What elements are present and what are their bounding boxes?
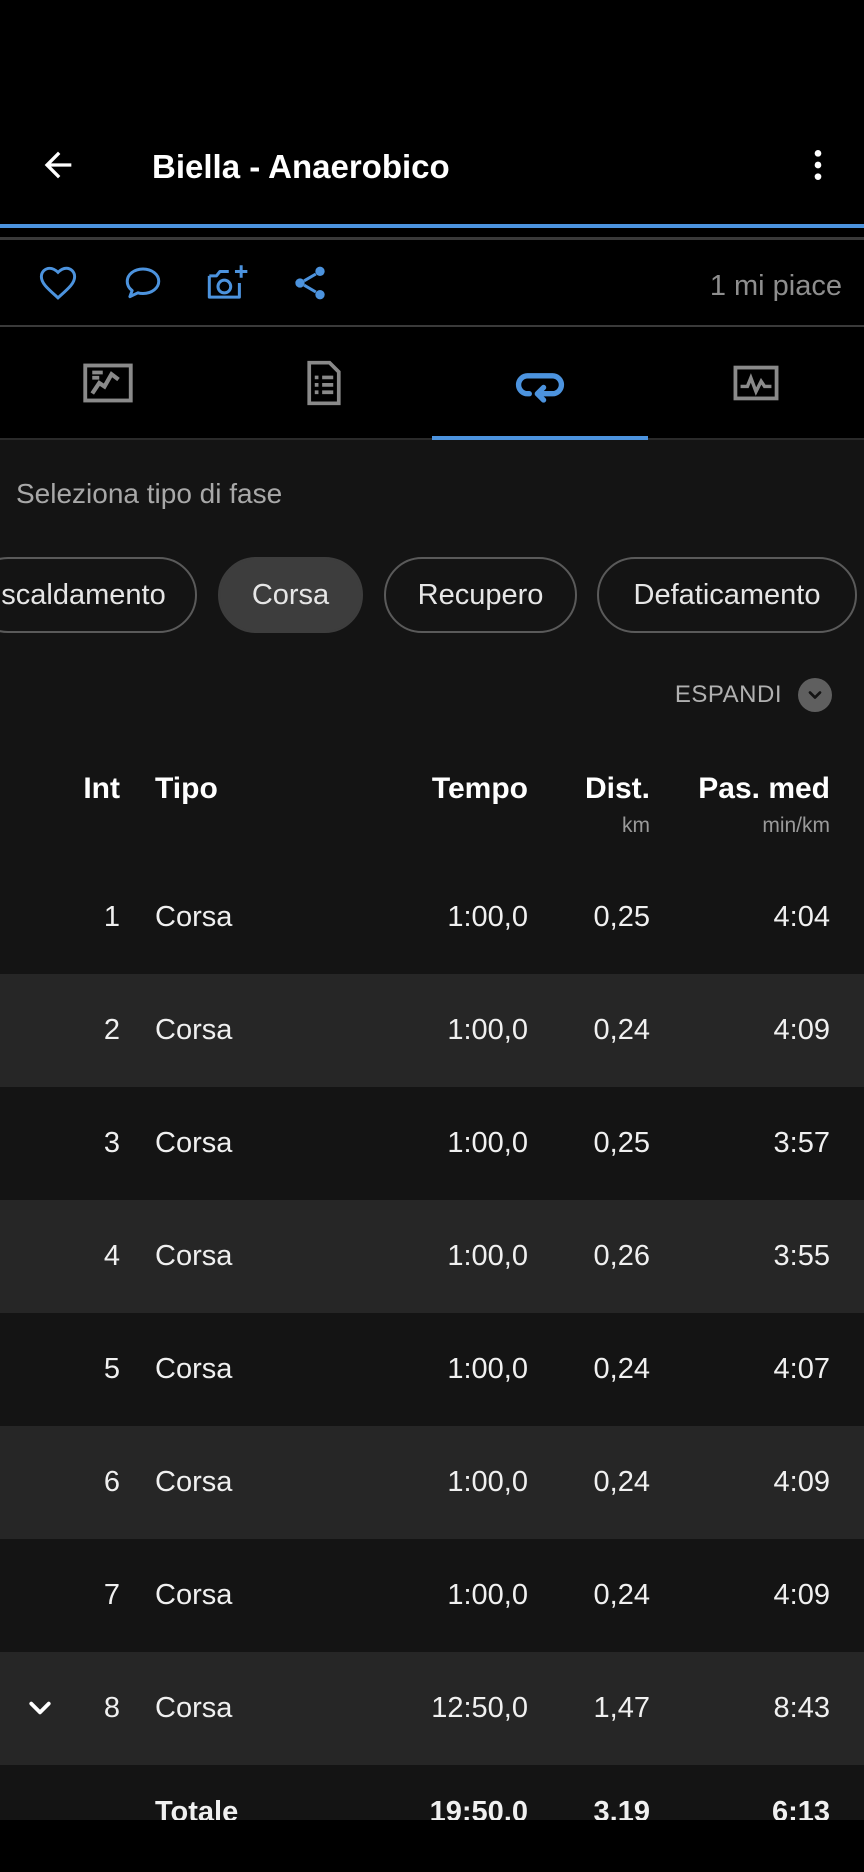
expand-label: ESPANDI [674,681,782,708]
phase-type-label: Seleziona tipo di fase [16,478,283,509]
comment-button[interactable] [117,258,169,308]
cell-int: 1 [103,901,120,933]
cell-tipo: Corsa [155,1353,233,1385]
document-icon [307,360,341,406]
table-row[interactable]: 2 Corsa 1:00,0 0,24 4:09 [0,974,864,1087]
cell-tempo: 1:00,0 [447,901,528,933]
share-button[interactable] [284,258,336,308]
cell-dist: 0,24 [593,1014,650,1046]
cell-tempo: 1:00,0 [447,1466,528,1498]
expand-toggle[interactable]: ESPANDI [675,678,832,712]
cell-int: 7 [103,1579,120,1611]
cell-tempo: 1:00,0 [447,1014,528,1046]
chip-recovery[interactable]: Recupero [384,557,577,633]
chip-warmup[interactable]: scaldamento [0,557,197,633]
heart-icon [39,266,77,300]
camera-add-icon [207,265,248,299]
cell-tipo: Corsa [155,1240,233,1272]
arrow-left-icon [44,151,72,179]
chevron-down-icon [798,678,832,712]
app-bar: Biella - Anaerobico [0,0,864,226]
tab-laps[interactable] [432,327,648,439]
cell-tipo: Corsa [155,1466,233,1498]
accent-line [0,224,864,228]
cell-tipo: Corsa [155,901,233,933]
system-nav-bar [0,1820,864,1872]
chip-cooldown[interactable]: Defaticamento [597,557,857,633]
table-row[interactable]: 4 Corsa 1:00,0 0,26 3:55 [0,1200,864,1313]
total-pace: 6:13 [771,1796,830,1822]
chart-icon [733,365,779,401]
comment-icon [125,267,161,299]
header-tipo: Tipo [155,772,218,805]
cell-dist: 0,24 [593,1353,650,1385]
map-icon [83,363,133,403]
more-options-button[interactable] [790,137,846,193]
more-vertical-icon [814,150,822,180]
total-label: Totale [155,1796,239,1822]
cell-dist: 0,24 [593,1579,650,1611]
share-icon [295,266,325,300]
cell-tipo: Corsa [155,1127,233,1159]
header-tempo: Tempo [431,772,528,805]
cell-tempo: 1:00,0 [447,1353,528,1385]
header-pace-unit: min/km [762,814,830,837]
cell-pace: 3:55 [773,1240,830,1272]
tab-charts[interactable] [648,327,864,439]
cell-int: 8 [103,1692,120,1724]
cell-dist: 0,24 [593,1466,650,1498]
cell-pace: 4:09 [773,1579,830,1611]
laps-icon [515,373,565,403]
cell-pace: 4:04 [773,901,830,933]
cell-tempo: 12:50,0 [431,1692,528,1724]
cell-int: 6 [103,1466,120,1498]
cell-pace: 4:09 [773,1014,830,1046]
header-dist: Dist. [584,772,650,805]
cell-tipo: Corsa [155,1579,233,1611]
header-int: Int [83,772,120,805]
total-dist: 3,19 [593,1796,650,1822]
cell-tempo: 1:00,0 [447,1240,528,1272]
cell-int: 4 [103,1240,120,1272]
add-photo-button[interactable] [201,258,253,308]
cell-int: 2 [103,1014,120,1046]
cell-tempo: 1:00,0 [447,1127,528,1159]
cell-tipo: Corsa [155,1692,233,1724]
tab-bar [0,327,864,439]
tab-details[interactable] [216,327,432,439]
cell-int: 5 [103,1353,120,1385]
table-row[interactable]: 5 Corsa 1:00,0 0,24 4:07 [0,1313,864,1426]
likes-count[interactable]: 1 mi piace [710,270,842,303]
cell-pace: 4:07 [773,1353,830,1385]
chevron-down-icon[interactable] [22,1690,58,1726]
cell-tempo: 1:00,0 [447,1579,528,1611]
table-row[interactable]: 3 Corsa 1:00,0 0,25 3:57 [0,1087,864,1200]
cell-tipo: Corsa [155,1014,233,1046]
cell-dist: 0,26 [593,1240,650,1272]
header-pace: Pas. med [698,772,830,805]
total-row: Totale 19:50,0 3,19 6:13 [0,1762,864,1822]
cell-int: 3 [103,1127,120,1159]
cell-pace: 8:43 [773,1692,830,1724]
table-row[interactable]: 7 Corsa 1:00,0 0,24 4:09 [0,1539,864,1652]
tab-map[interactable] [0,327,216,439]
cell-dist: 1,47 [593,1692,650,1724]
table-row[interactable]: 6 Corsa 1:00,0 0,24 4:09 [0,1426,864,1539]
cell-pace: 4:09 [773,1466,830,1498]
header-dist-unit: km [622,814,650,837]
cell-dist: 0,25 [593,1127,650,1159]
back-button[interactable] [30,137,86,193]
cell-dist: 0,25 [593,901,650,933]
page-title: Biella - Anaerobico [152,148,450,185]
like-button[interactable] [32,258,84,308]
chip-run[interactable]: Corsa [218,557,363,633]
cell-pace: 3:57 [773,1127,830,1159]
total-tempo: 19:50,0 [429,1796,528,1822]
table-row[interactable]: 8 Corsa 12:50,0 1,47 8:43 [0,1652,864,1765]
table-row[interactable]: 1 Corsa 1:00,0 0,25 4:04 [0,861,864,974]
